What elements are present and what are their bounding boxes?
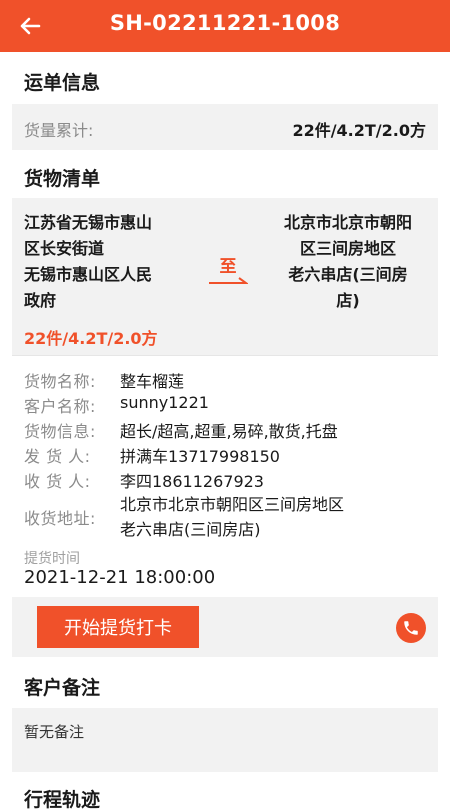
origin-line: 区长安街道 <box>24 239 105 258</box>
remarks-section-title: 客户备注 <box>24 677 101 699</box>
customer-name-value: sunny1221 <box>120 393 209 412</box>
phone-icon <box>404 621 418 635</box>
cargo-name-label: 货物名称: <box>24 372 96 391</box>
route-direction: 至 <box>208 252 248 285</box>
cargo-info-value: 超长/超高,超重,易碎,散货,托盘 <box>120 422 338 441</box>
shipper-label: 发 货 人: <box>24 447 91 466</box>
waybill-section-title: 运单信息 <box>24 72 101 94</box>
call-button[interactable] <box>396 613 426 643</box>
top-bar: SH-02211221-1008 <box>0 0 450 52</box>
shipper-value[interactable]: 拼满车13717998150 <box>120 443 280 467</box>
remarks-text: 暂无备注 <box>24 723 85 741</box>
route-arrow-icon <box>209 277 248 284</box>
cargo-info-label: 货物信息: <box>24 422 96 441</box>
dest-line: 区三间房地区 <box>299 239 396 258</box>
route-card: 江苏省无锡市惠山 区长安街道 无锡市惠山区人民 政府 至 北京市北京市朝阳 区三… <box>12 198 438 355</box>
origin-address: 江苏省无锡市惠山 区长安街道 无锡市惠山区人民 政府 <box>24 210 194 314</box>
receiver-label: 收 货 人: <box>24 472 91 491</box>
trip-track-section-title: 行程轨迹 <box>24 789 101 811</box>
to-label: 至 <box>219 257 237 277</box>
cargo-name-value: 整车榴莲 <box>120 372 185 391</box>
receiver-value[interactable]: 李四18611267923 <box>120 468 264 492</box>
address-line: 北京市北京市朝阳区三间房地区 <box>120 495 345 514</box>
cargo-list-section-title: 货物清单 <box>24 168 101 190</box>
waybill-total-row: 货量累计: 22件/4.2T/2.0方 <box>12 104 438 150</box>
total-value: 22件/4.2T/2.0方 <box>292 121 426 140</box>
origin-line: 江苏省无锡市惠山 <box>24 213 153 232</box>
dest-line: 老六串店(三间房 <box>288 265 408 284</box>
dest-line: 北京市北京市朝阳 <box>283 213 412 232</box>
total-label: 货量累计: <box>24 121 94 140</box>
address-line: 老六串店(三间房店) <box>120 520 261 539</box>
start-pickup-button[interactable]: 开始提货打卡 <box>37 606 199 648</box>
customer-name-label: 客户名称: <box>24 397 96 416</box>
page-title: SH-02211221-1008 <box>109 11 341 35</box>
pickup-time-value: 2021-12-21 18:00:00 <box>24 567 216 588</box>
dest-line: 店) <box>336 291 360 310</box>
remarks-box: 暂无备注 <box>12 708 438 772</box>
origin-line: 政府 <box>24 291 57 310</box>
address-label: 收货地址: <box>24 509 96 528</box>
pickup-time-label: 提货时间 <box>24 551 80 567</box>
address-value: 北京市北京市朝阳区三间房地区 老六串店(三间房店) <box>120 492 344 542</box>
cargo-summary: 22件/4.2T/2.0方 <box>24 329 158 348</box>
divider <box>12 355 438 356</box>
destination-address: 北京市北京市朝阳 区三间房地区 老六串店(三间房 店) <box>264 210 432 314</box>
origin-line: 无锡市惠山区人民 <box>24 265 153 284</box>
